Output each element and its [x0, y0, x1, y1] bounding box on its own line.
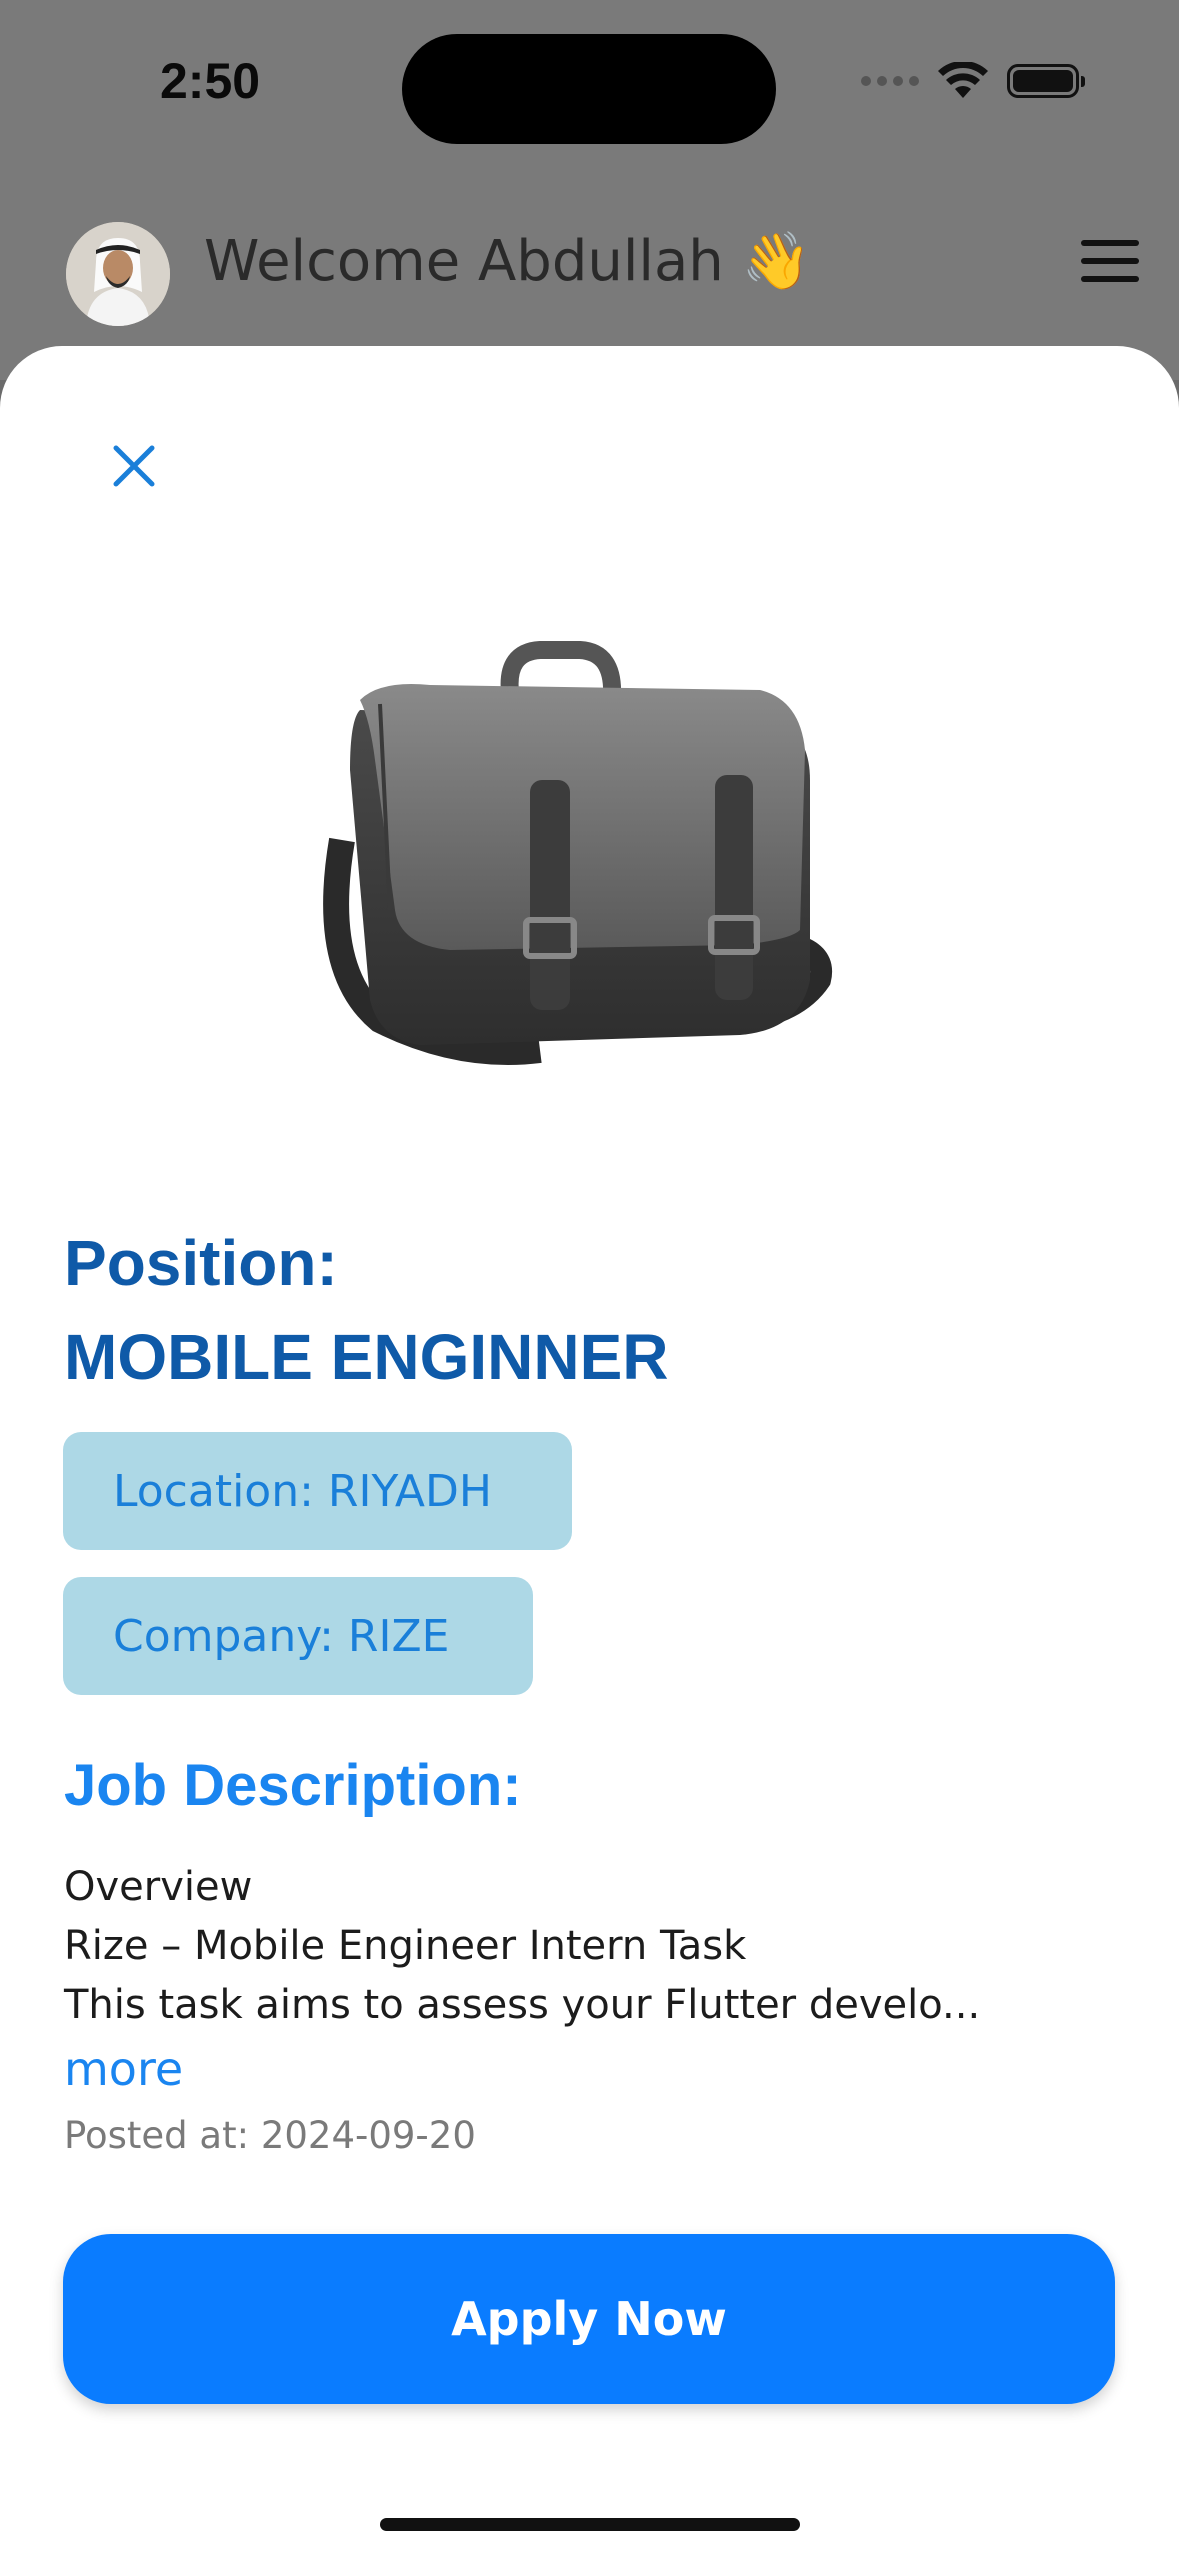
battery-icon: [1007, 64, 1085, 98]
description-heading: Job Description:: [64, 1753, 522, 1818]
posted-date: Posted at: 2024-09-20: [64, 2114, 476, 2157]
position-value: MOBILE ENGINNER: [64, 1321, 669, 1393]
cellular-signal-icon: [861, 76, 919, 86]
user-avatar[interactable]: [66, 222, 170, 326]
home-indicator[interactable]: [380, 2518, 800, 2531]
avatar-image: [66, 222, 170, 326]
dynamic-island: [402, 34, 776, 144]
welcome-label: Welcome Abdullah: [204, 229, 724, 294]
wave-emoji: 👋: [741, 229, 812, 294]
status-icons: [861, 62, 1085, 100]
position-label: Position:: [64, 1227, 338, 1299]
location-chip: Location: RIYADH: [63, 1432, 572, 1550]
close-icon[interactable]: [104, 436, 164, 496]
status-time: 2:50: [160, 53, 261, 109]
company-chip: Company: RIZE: [63, 1577, 533, 1695]
more-link[interactable]: more: [64, 2042, 183, 2096]
description-line: Rize – Mobile Engineer Intern Task: [64, 1923, 747, 1969]
welcome-text: Welcome Abdullah 👋: [204, 228, 811, 294]
apply-now-button[interactable]: Apply Now: [63, 2234, 1115, 2404]
description-line: Overview: [64, 1864, 253, 1910]
description-line: This task aims to assess your Flutter de…: [64, 1982, 981, 2028]
wifi-icon: [938, 62, 988, 98]
hamburger-menu-icon[interactable]: [1081, 240, 1139, 282]
briefcase-bag-image: [323, 641, 833, 1065]
